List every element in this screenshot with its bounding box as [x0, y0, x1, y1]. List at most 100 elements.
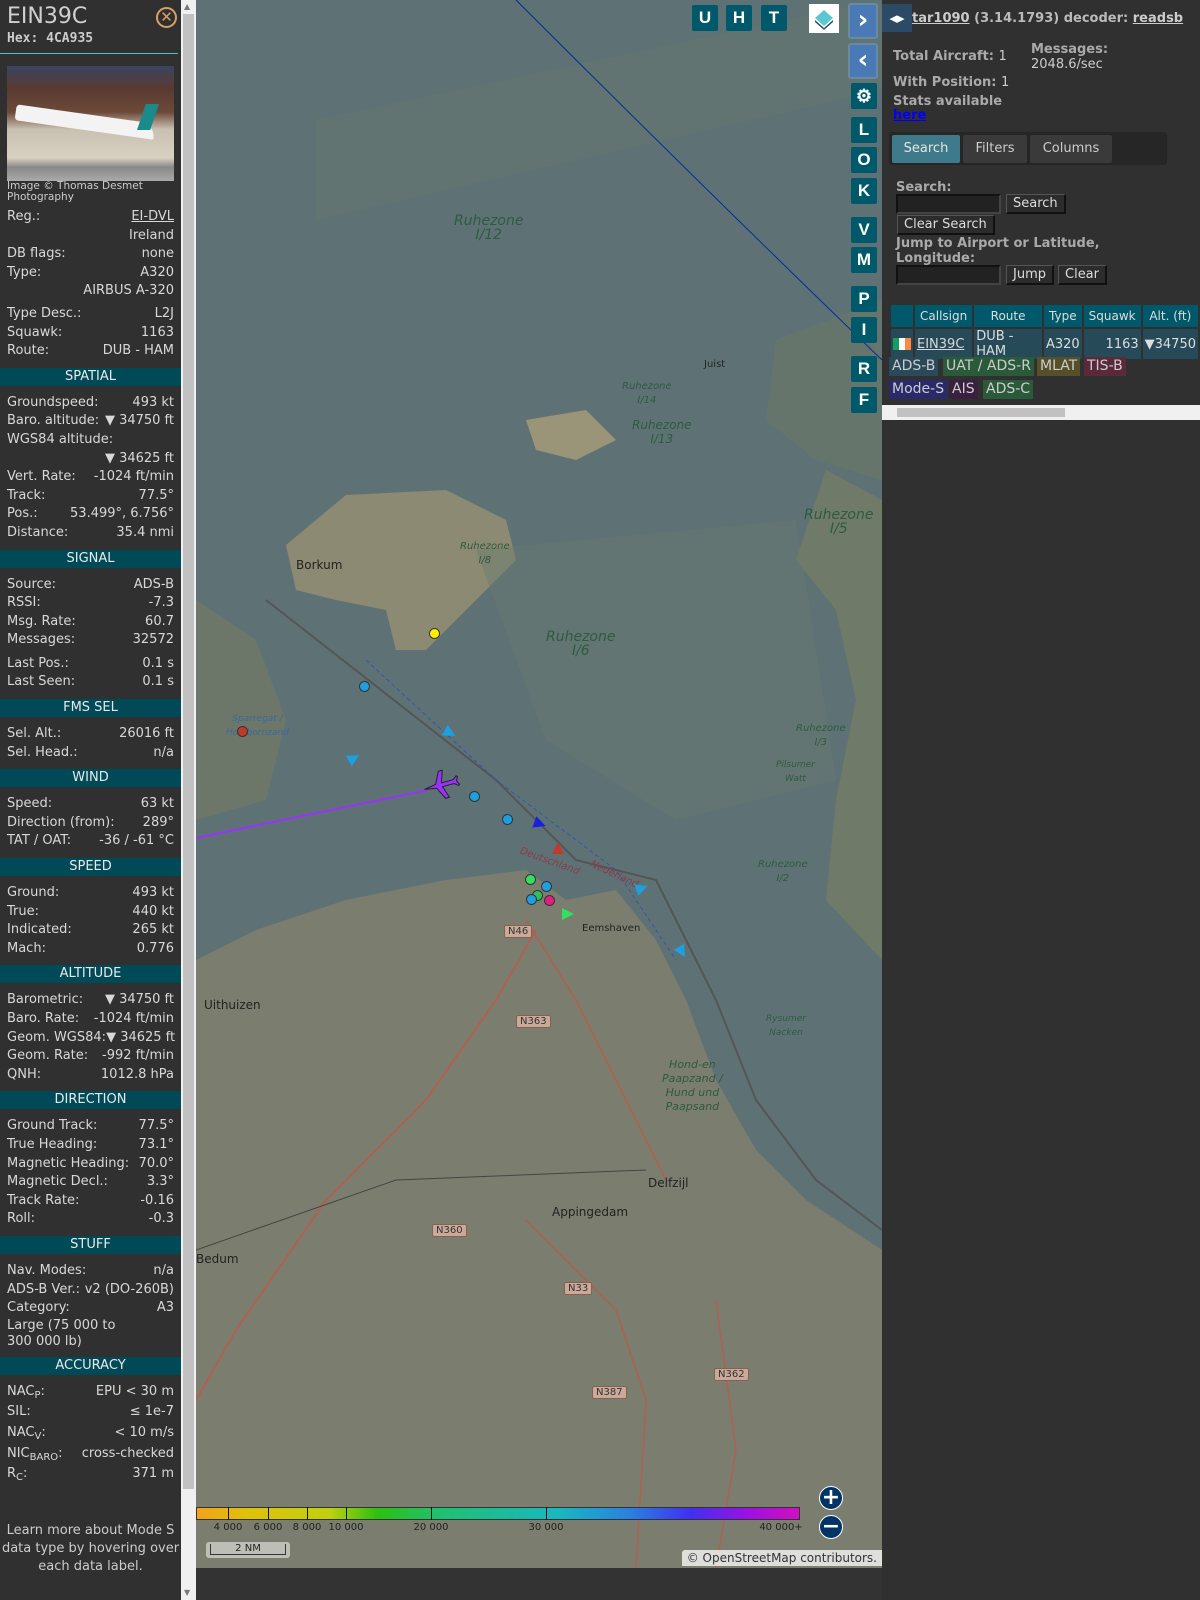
table-row[interactable]: EIN39C DUB - HAM A320 1163 ▼34750 [891, 329, 1198, 359]
category-description: Large (75 000 to 300 000 lb) [7, 1317, 116, 1349]
button-o[interactable]: O [851, 147, 877, 173]
map-label: Eemshaven [582, 923, 641, 934]
info-value: 3.3° [146, 1174, 174, 1190]
cell-callsign[interactable]: EIN39C [915, 329, 973, 359]
registration-link[interactable]: EI-DVL [131, 208, 174, 227]
column-callsign[interactable]: Callsign [915, 305, 973, 327]
ground-vehicle-marker[interactable] [526, 894, 537, 905]
flag-icon [891, 329, 913, 359]
table-horizontal-scrollbar[interactable] [882, 405, 1200, 420]
section-header-accuracy: ACCURACY [0, 1356, 181, 1375]
legend-ais: AIS [949, 380, 978, 399]
info-row: Track Rate: -0.16 [0, 1192, 181, 1211]
section-header-speed: SPEED [0, 858, 181, 877]
zoom-in-button[interactable]: + [819, 1486, 843, 1510]
info-value: 0.1 s [142, 674, 174, 690]
vessel-marker[interactable] [552, 842, 564, 854]
info-value: cross-checked [81, 1445, 174, 1461]
aircraft-photo[interactable] [7, 66, 174, 181]
info-row: Route: DUB - HAM [0, 342, 181, 361]
button-i[interactable]: I [851, 317, 877, 343]
colorbar-label: 6 000 [253, 1522, 283, 1533]
tab-search[interactable]: Search [892, 135, 960, 163]
info-value: Ireland [129, 227, 174, 243]
vessel-marker[interactable] [562, 908, 574, 920]
ground-vehicle-marker[interactable] [525, 874, 536, 885]
info-label: Magnetic Heading: [7, 1155, 130, 1171]
info-row: Roll: -0.3 [0, 1210, 181, 1229]
clear-search-button[interactable]: Clear Search [897, 215, 995, 235]
jump-button[interactable]: Jump [1006, 265, 1054, 285]
info-value: -36 / -61 °C [99, 833, 174, 849]
button-p[interactable]: P [851, 286, 877, 312]
info-row: Indicated: 265 kt [0, 921, 181, 940]
column-route[interactable]: Route [974, 305, 1042, 327]
button-t[interactable]: T [761, 5, 787, 31]
ground-vehicle-marker[interactable] [544, 895, 555, 906]
map-attribution[interactable]: © OpenStreetMap contributors. [681, 1550, 882, 1566]
toggle-sidebar-button[interactable]: ◂▸ [882, 4, 912, 32]
button-r[interactable]: R [851, 356, 877, 382]
collapse-left-button[interactable]: ‹ [848, 43, 878, 79]
ground-vehicle-marker[interactable] [359, 681, 370, 692]
info-label: Speed: [7, 796, 53, 812]
map[interactable]: Ruhezone I/12 Ruhezone I/14 Ruhezone I/13 R… [196, 0, 882, 1568]
info-value: AIRBUS A-320 [83, 283, 174, 299]
button-h[interactable]: H [726, 5, 752, 31]
column-squawk[interactable]: Squawk [1083, 305, 1141, 327]
legend-adsc: ADS-C [983, 380, 1034, 399]
info-row: Last Pos.: 0.1 s [0, 655, 181, 674]
ground-vehicle-marker[interactable] [237, 726, 248, 737]
messages-rate: Messages: 2048.6/sec [1031, 42, 1108, 72]
info-value: 440 kt [132, 903, 174, 919]
info-value: -992 ft/min [102, 1048, 174, 1064]
info-row: NACP: EPU < 30 m [0, 1383, 181, 1402]
info-row: Track: 77.5° [0, 487, 181, 506]
ground-vehicle-marker[interactable] [541, 881, 552, 892]
tab-columns[interactable]: Columns [1030, 135, 1112, 163]
info-label: Ground Track: [7, 1118, 98, 1134]
tab-filters[interactable]: Filters [963, 135, 1027, 163]
button-l[interactable]: L [851, 117, 877, 143]
stats-link[interactable]: here [893, 108, 926, 123]
search-button[interactable]: Search [1006, 194, 1066, 214]
jump-input[interactable] [896, 265, 1001, 285]
button-u[interactable]: U [692, 5, 718, 31]
ground-vehicle-marker[interactable] [502, 814, 513, 825]
close-icon[interactable]: ✕ [156, 7, 177, 28]
callsign-link[interactable]: EIN39C [917, 337, 964, 352]
ground-vehicle-marker[interactable] [469, 791, 480, 802]
column-type[interactable]: Type [1043, 305, 1082, 327]
search-input[interactable] [896, 194, 1001, 214]
info-value: n/a [153, 744, 174, 760]
tar1090-link[interactable]: tar1090 [912, 11, 970, 26]
info-label: QNH: [7, 1066, 42, 1082]
clear-button[interactable]: Clear [1058, 265, 1107, 285]
button-v[interactable]: V [851, 217, 877, 243]
info-label: Last Pos.: [7, 655, 69, 671]
section-header-spatial: SPATIAL [0, 367, 181, 386]
settings-gear-icon[interactable]: ⚙ [851, 83, 877, 109]
button-k[interactable]: K [851, 178, 877, 204]
colorbar-tick [307, 1507, 308, 1520]
column-altitude[interactable]: Alt. (ft) [1142, 305, 1198, 327]
column-flag[interactable] [891, 305, 913, 327]
selected-aircraft-icon[interactable] [422, 768, 460, 802]
zoom-out-button[interactable]: − [819, 1515, 843, 1539]
info-label: Source: [7, 576, 57, 592]
info-row: Baro. Rate: -1024 ft/min [0, 1010, 181, 1029]
layers-icon[interactable] [809, 4, 839, 33]
decoder-link[interactable]: readsb [1133, 11, 1183, 26]
info-row: Messages: 32572 [0, 631, 181, 650]
expand-right-button[interactable]: › [848, 3, 878, 39]
ground-vehicle-marker[interactable] [429, 628, 440, 639]
info-value: none [141, 246, 174, 262]
info-label: Type: [7, 264, 42, 280]
info-label: NICBARO: [7, 1445, 63, 1463]
button-f[interactable]: F [851, 387, 877, 413]
info-value: n/a [153, 1262, 174, 1278]
button-m[interactable]: M [851, 247, 877, 273]
sidebar-scrollbar[interactable]: ▲ ▼ [181, 0, 196, 1600]
map-label: Ruhezone I/2 [758, 859, 808, 884]
info-row: AIRBUS A-320 [0, 282, 181, 301]
